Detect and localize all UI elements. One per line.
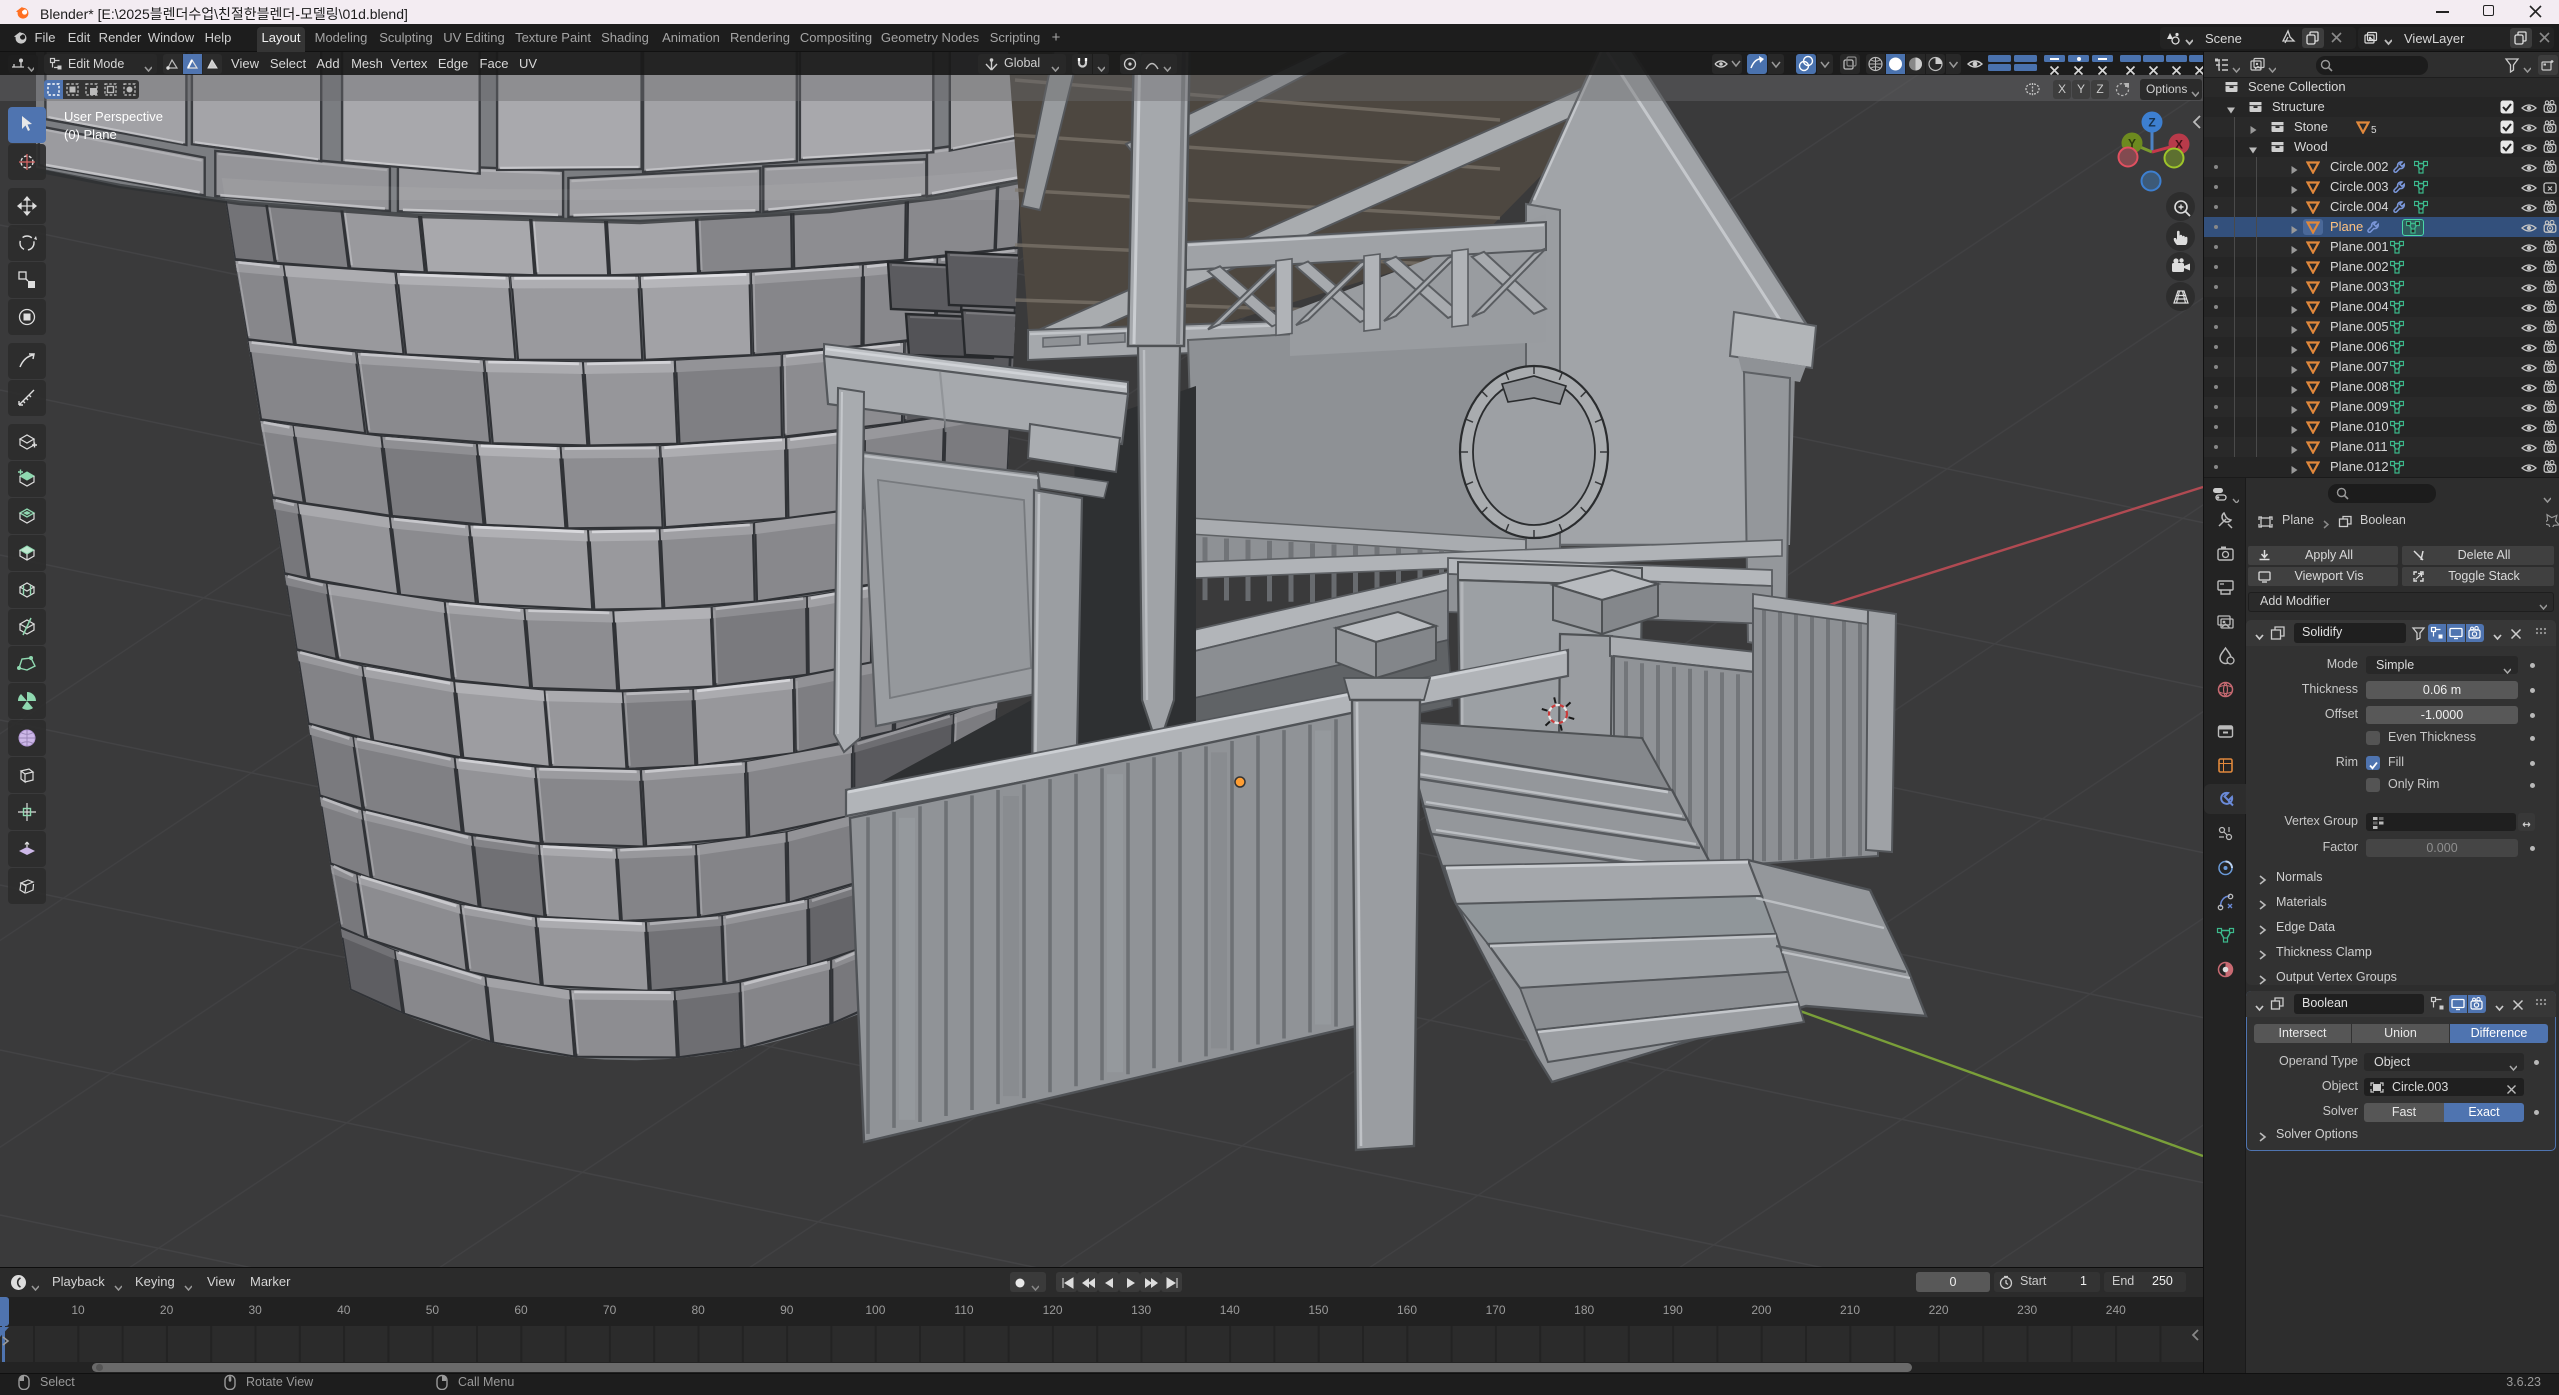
svg-text:Z: Z	[2148, 116, 2155, 130]
